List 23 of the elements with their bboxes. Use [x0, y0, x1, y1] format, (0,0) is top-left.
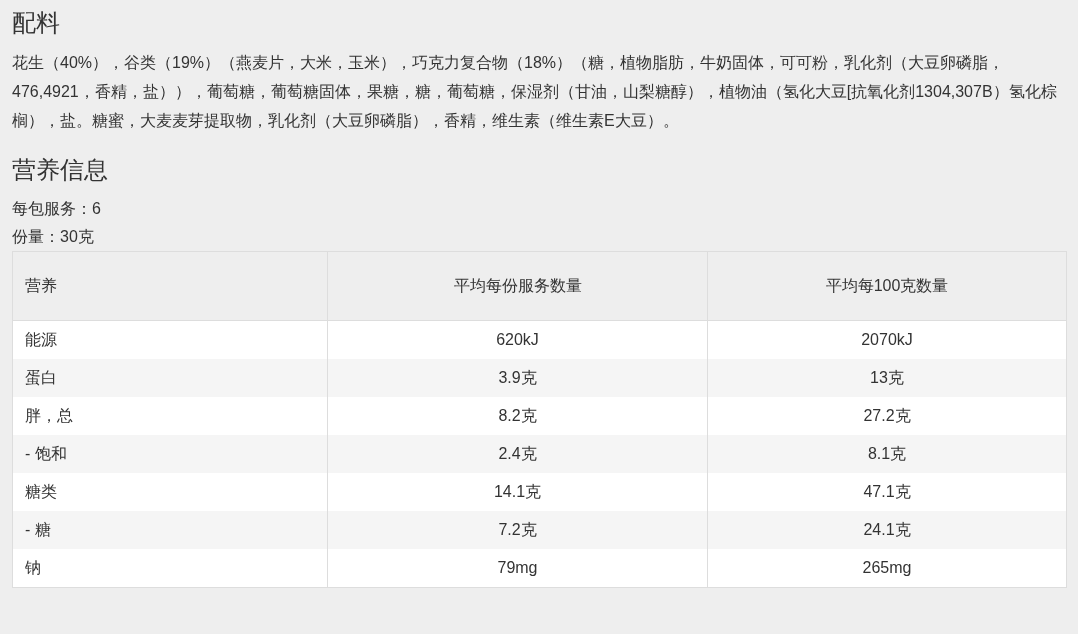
table-cell: 蛋白 — [12, 359, 328, 397]
table-cell: 24.1克 — [707, 511, 1067, 549]
table-cell: 能源 — [12, 320, 328, 359]
table-cell: 265mg — [707, 549, 1067, 588]
section-heading: 营养信息 — [11, 155, 109, 185]
column-header: 平均每100克数量 — [707, 251, 1067, 321]
ingredients-text: 花生（40%），谷类（19%）（燕麦片，大米，玉米），巧克力复合物（18%）（糖，植物脂肪，牛奶固体，可可粉，乳化剂（大豆卵磷脂，476,4921，香精，盐）），葡萄糖，葡萄糖固体，果糖，糖，葡萄糖，保湿剂（甘油，山梨糖醇），植物油（氢化大豆[抗氧化剂1304,307B）氢化棕榈），盐。糖蜜，大麦麦芽提取物，乳化剂（大豆卵磷脂），香精，维生素（维生素E大豆）。 — [11, 53, 1058, 131]
table-cell: 胖，总 — [12, 397, 328, 435]
column-header: 营养 — [12, 251, 328, 321]
section-heading: 配料 — [11, 8, 61, 38]
table-cell: 2.4克 — [327, 435, 708, 473]
serving-size: 份量：30克 — [12, 227, 94, 247]
servings-per-pack: 每包服务：6 — [12, 199, 101, 219]
table-cell: - 饱和 — [12, 435, 328, 473]
table-cell: 13克 — [707, 359, 1067, 397]
table-cell: 钠 — [12, 549, 328, 588]
column-header: 平均每份服务数量 — [327, 251, 708, 321]
table-cell: 3.9克 — [327, 359, 708, 397]
table-cell: 79mg — [327, 549, 708, 588]
table-cell: - 糖 — [12, 511, 328, 549]
table-cell: 7.2克 — [327, 511, 708, 549]
table-cell: 糖类 — [12, 473, 328, 511]
table-cell: 8.1克 — [707, 435, 1067, 473]
